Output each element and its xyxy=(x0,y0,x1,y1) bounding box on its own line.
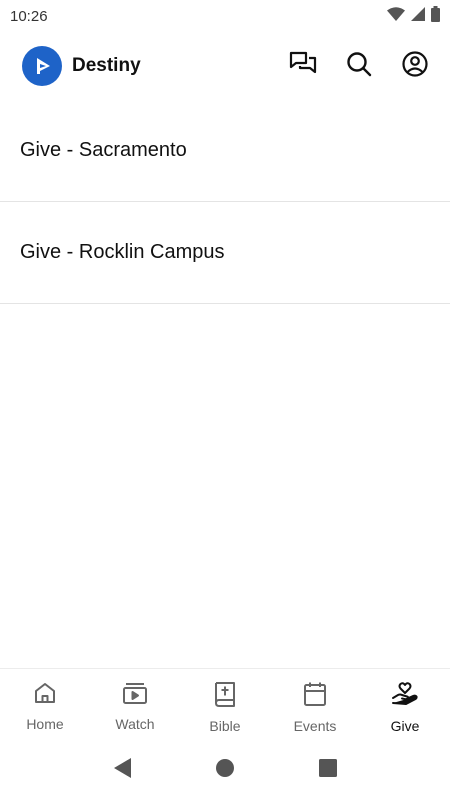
giving-list: Give - Sacramento Give - Rocklin Campus xyxy=(0,100,450,304)
system-nav-bar xyxy=(0,740,450,800)
profile-button[interactable] xyxy=(400,50,430,82)
nav-item-bible[interactable]: Bible xyxy=(180,669,270,740)
calendar-icon xyxy=(303,681,327,712)
back-button[interactable] xyxy=(102,750,142,790)
recents-button[interactable] xyxy=(308,750,348,790)
app-header: Destiny xyxy=(0,38,450,94)
heart-hand-icon xyxy=(391,681,419,712)
bible-icon xyxy=(214,681,236,712)
destiny-logo xyxy=(22,46,62,86)
nav-item-watch[interactable]: Watch xyxy=(90,669,180,740)
nav-item-events[interactable]: Events xyxy=(270,669,360,740)
nav-label-watch: Watch xyxy=(115,716,155,732)
recents-square-icon xyxy=(318,758,338,783)
back-triangle-icon xyxy=(112,757,132,784)
nav-item-home[interactable]: Home xyxy=(0,669,90,740)
video-play-icon xyxy=(122,681,148,710)
list-item-label: Give - Rocklin Campus xyxy=(20,241,225,263)
nav-label-home: Home xyxy=(26,716,64,732)
battery-icon xyxy=(431,5,440,27)
chat-button[interactable] xyxy=(288,51,318,81)
account-circle-icon xyxy=(402,50,428,82)
search-icon xyxy=(346,51,372,82)
status-icons xyxy=(387,5,440,27)
home-icon xyxy=(33,681,57,710)
nav-label-bible: Bible xyxy=(209,718,241,734)
home-system-button[interactable] xyxy=(205,750,245,790)
chat-bubbles-icon xyxy=(289,51,317,82)
search-button[interactable] xyxy=(344,51,374,81)
wifi-icon xyxy=(387,6,405,26)
status-bar: 10:26 xyxy=(0,0,450,32)
header-actions xyxy=(288,50,430,82)
home-circle-icon xyxy=(215,758,235,783)
nav-item-give[interactable]: Give xyxy=(360,669,450,740)
give-rocklin-campus-item[interactable]: Give - Rocklin Campus xyxy=(0,202,450,304)
nav-label-give: Give xyxy=(390,718,420,734)
list-item-label: Give - Sacramento xyxy=(20,139,187,161)
status-time: 10:26 xyxy=(10,7,48,25)
nav-label-events: Events xyxy=(293,718,337,734)
bottom-nav: Home Watch Bible Events Give xyxy=(0,668,450,740)
cellular-signal-icon xyxy=(411,6,425,26)
app-title: Destiny xyxy=(72,55,141,76)
give-sacramento-item[interactable]: Give - Sacramento xyxy=(0,100,450,202)
